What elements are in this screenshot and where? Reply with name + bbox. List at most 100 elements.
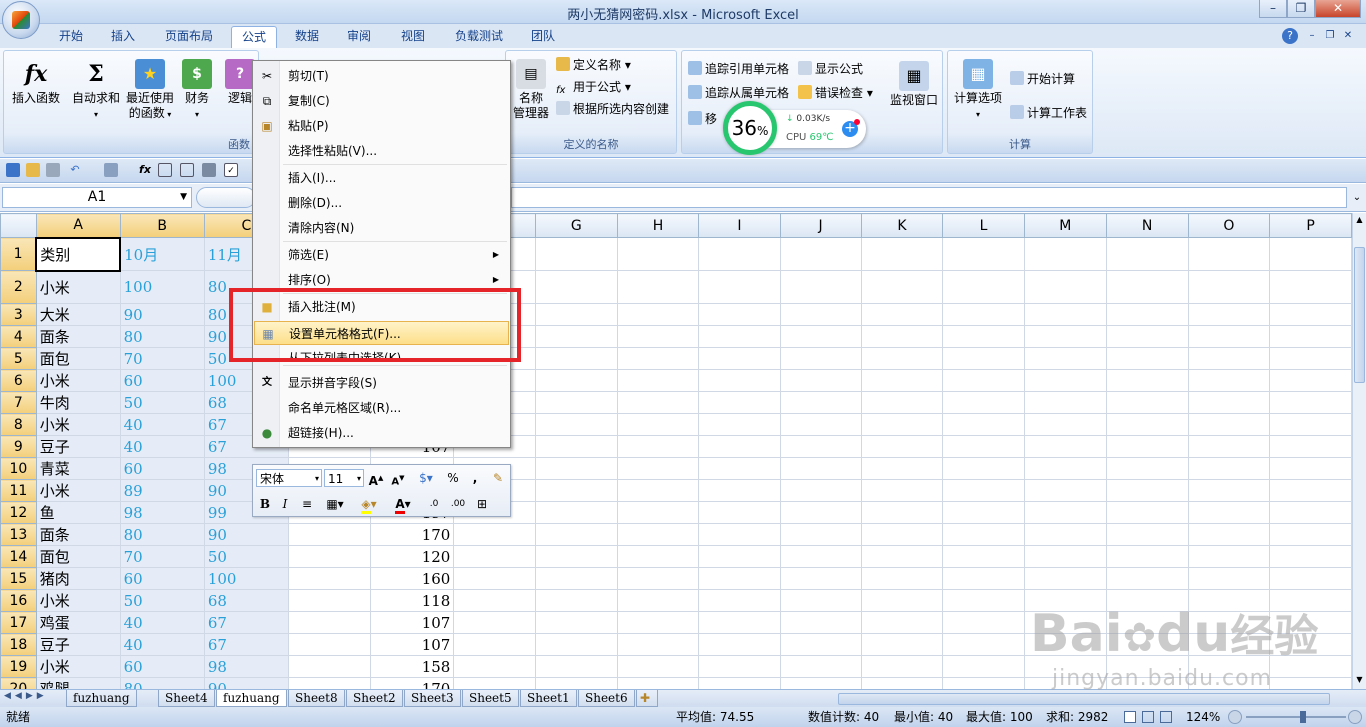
cell[interactable] (616, 545, 700, 568)
cell[interactable] (698, 413, 781, 436)
cell[interactable]: 90 (203, 523, 289, 546)
bold-button[interactable]: B (257, 495, 273, 513)
cell[interactable] (779, 270, 862, 304)
cell[interactable]: 面条 (35, 523, 121, 546)
define-name-button[interactable]: 定义名称 ▾ (556, 57, 631, 73)
row-header[interactable]: 10 (0, 457, 37, 480)
cell[interactable]: 大米 (35, 303, 121, 326)
cell[interactable] (534, 325, 618, 348)
row-header[interactable]: 17 (0, 611, 37, 634)
cell[interactable] (698, 369, 781, 392)
calculate-now-button[interactable]: 开始计算 (1010, 71, 1075, 87)
sheet-tab[interactable]: Sheet4 (158, 690, 215, 707)
cell[interactable] (1023, 435, 1107, 458)
cell[interactable] (534, 270, 618, 304)
sheet-tab[interactable]: Sheet2 (346, 690, 403, 707)
cell[interactable] (534, 611, 618, 634)
font-name-select[interactable]: 宋体 ▾ (256, 469, 322, 487)
cell[interactable] (534, 589, 618, 612)
cell[interactable]: 40 (119, 435, 205, 458)
watch-window-button[interactable]: ▦ 监视窗口 (886, 61, 942, 108)
save-icon[interactable] (6, 163, 20, 177)
use-in-formula-button[interactable]: fx 用于公式 ▾ (556, 79, 631, 97)
row-header[interactable]: 18 (0, 633, 37, 656)
cell[interactable] (698, 567, 781, 590)
column-header[interactable]: O (1187, 213, 1271, 238)
cell[interactable] (860, 435, 944, 458)
cell[interactable] (942, 501, 1025, 524)
page-break-view-icon[interactable] (1160, 711, 1172, 723)
grid-icon[interactable] (158, 163, 172, 177)
cell[interactable] (534, 501, 618, 524)
cell[interactable] (1187, 479, 1271, 502)
cell[interactable] (616, 369, 700, 392)
cell[interactable]: 80 (119, 325, 205, 348)
cell[interactable] (1187, 457, 1271, 480)
row-header[interactable]: 7 (0, 391, 37, 414)
cell[interactable] (860, 677, 944, 689)
cell[interactable]: 鸡腿 (35, 677, 121, 689)
cell[interactable] (1187, 237, 1271, 271)
cell[interactable] (1187, 435, 1271, 458)
merge-center-icon[interactable]: ⊞ (471, 495, 493, 513)
sheet-tab[interactable]: Sheet1 (520, 690, 577, 707)
cell[interactable] (616, 347, 700, 370)
sheet-tab[interactable]: fuzhuang (3) (66, 690, 137, 721)
cell[interactable] (616, 523, 700, 546)
cell[interactable] (942, 523, 1025, 546)
cell[interactable] (942, 369, 1025, 392)
cell[interactable] (1023, 457, 1107, 480)
row-header[interactable]: 1 (0, 237, 37, 271)
shrink-font-button[interactable]: A▼ (390, 469, 406, 487)
menu-item-filter[interactable]: 筛选(E) ▶ (254, 243, 509, 267)
remove-arrows-button[interactable]: 移 (688, 111, 717, 127)
cell[interactable]: 68 (203, 589, 289, 612)
cell[interactable] (942, 677, 1025, 689)
column-header[interactable]: M (1023, 213, 1107, 238)
tab-data[interactable]: 数据 (286, 26, 328, 48)
fill-color-icon[interactable]: ◈▾ (355, 495, 383, 514)
cell[interactable] (779, 391, 862, 414)
expand-formula-icon[interactable]: ⌄ (1350, 187, 1364, 208)
autosum-button[interactable]: Σ 自动求和 ▾ (68, 59, 124, 122)
cell[interactable]: 50 (119, 589, 205, 612)
table-icon[interactable] (180, 163, 194, 177)
menu-item-name-range[interactable]: 命名单元格区域(R)... (254, 396, 509, 420)
cell[interactable] (1269, 391, 1352, 414)
cell[interactable] (860, 369, 944, 392)
cell[interactable] (616, 435, 700, 458)
cell[interactable] (1187, 545, 1271, 568)
cell[interactable] (1105, 237, 1189, 271)
row-header[interactable]: 19 (0, 655, 37, 678)
cell[interactable] (1269, 325, 1352, 348)
cell[interactable] (1269, 413, 1352, 436)
cell[interactable] (1269, 369, 1352, 392)
financial-button[interactable]: $ 财务 ▾ (176, 59, 218, 122)
cell[interactable] (942, 655, 1025, 678)
cell[interactable]: 青菜 (35, 457, 121, 480)
ribbon-close-button[interactable]: ✕ (1340, 26, 1356, 48)
page-layout-view-icon[interactable] (1142, 711, 1154, 723)
cell[interactable] (942, 479, 1025, 502)
cell[interactable]: 豆子 (35, 435, 121, 458)
cell[interactable] (1023, 523, 1107, 546)
cell[interactable] (698, 589, 781, 612)
trace-dependents-button[interactable]: 追踪从属单元格 (688, 85, 789, 101)
cell[interactable] (779, 523, 862, 546)
row-header[interactable]: 4 (0, 325, 37, 348)
cell[interactable] (1023, 501, 1107, 524)
cell[interactable] (287, 545, 371, 568)
tab-formulas[interactable]: 公式 (231, 26, 277, 48)
cell[interactable] (1187, 413, 1271, 436)
scroll-thumb[interactable] (1354, 247, 1365, 383)
menu-item-paste[interactable]: ▣ 粘贴(P) (254, 114, 509, 138)
cell[interactable] (942, 391, 1025, 414)
cell[interactable]: 90 (119, 303, 205, 326)
tab-page-layout[interactable]: 页面布局 (156, 26, 222, 48)
tab-load-test[interactable]: 负载测试 (446, 26, 512, 48)
zoom-out-icon[interactable] (1228, 710, 1242, 724)
cell[interactable] (1269, 270, 1352, 304)
cell[interactable] (1023, 270, 1107, 304)
column-header[interactable]: H (616, 213, 700, 238)
cell[interactable]: 小米 (35, 413, 121, 436)
